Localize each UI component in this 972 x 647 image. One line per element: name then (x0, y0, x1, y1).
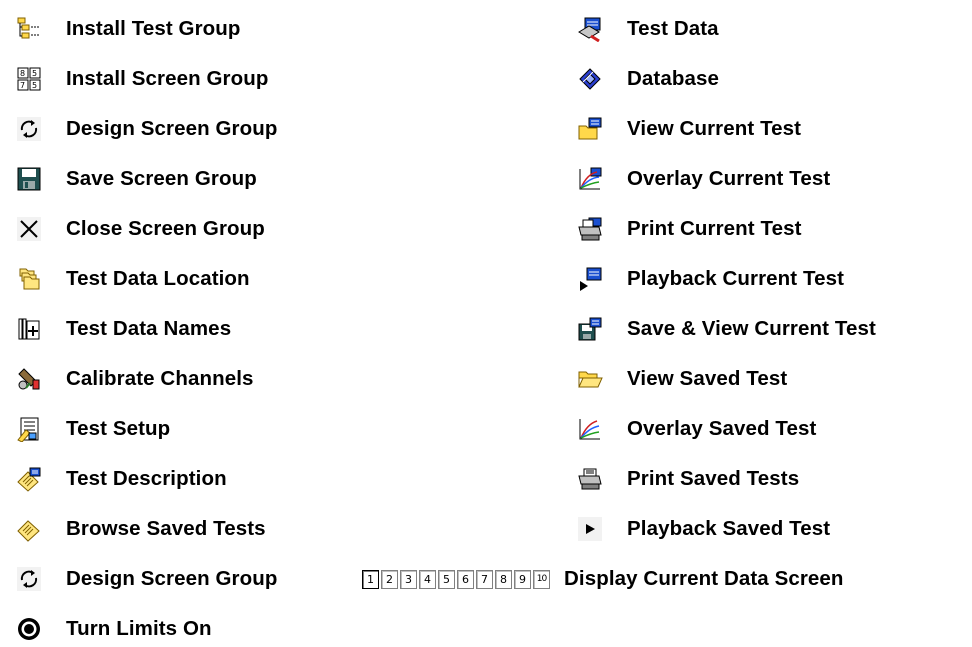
legend-item[interactable]: 8 5 7 5 Install Screen Group (16, 61, 269, 97)
legend-item[interactable]: Overlay Saved Test (577, 411, 816, 447)
legend-label: Save Screen Group (66, 167, 257, 190)
legend-item[interactable]: Save Screen Group (16, 161, 257, 197)
save-view-current-test-icon[interactable] (577, 316, 603, 342)
legend-label: Overlay Saved Test (627, 417, 817, 440)
svg-text:5: 5 (32, 69, 37, 78)
legend-item[interactable]: View Saved Test (577, 361, 787, 397)
test-setup-icon[interactable] (16, 416, 42, 442)
legend-item[interactable]: Install Test Group (16, 11, 241, 47)
legend-item[interactable]: Test Data Location (16, 261, 250, 297)
play-icon[interactable] (577, 516, 603, 542)
save-disk-icon[interactable] (16, 166, 42, 192)
legend-label: Turn Limits On (66, 617, 212, 640)
legend-item[interactable]: Test Description (16, 461, 227, 497)
svg-text:5: 5 (32, 81, 37, 90)
svg-text:8: 8 (20, 69, 25, 78)
legend-item[interactable]: Database (577, 61, 719, 97)
legend-label: Test Description (66, 467, 227, 490)
legend-label: Browse Saved Tests (66, 517, 266, 540)
screen-number-2[interactable]: 2 (381, 569, 398, 589)
data-names-icon[interactable] (16, 316, 42, 342)
screen-number-strip[interactable]: 1 2 3 4 5 6 7 8 9 10 (362, 568, 552, 590)
legend-item[interactable]: Save & View Current Test (577, 311, 876, 347)
limits-on-icon[interactable] (16, 616, 42, 642)
printer-icon[interactable] (577, 466, 603, 492)
legend-item[interactable]: Playback Saved Test (577, 511, 830, 547)
screen-number-5[interactable]: 5 (438, 569, 455, 589)
open-folder-icon[interactable] (577, 366, 603, 392)
legend-item[interactable]: Test Setup (16, 411, 170, 447)
legend-item[interactable]: Overlay Current Test (577, 161, 830, 197)
legend-label: View Current Test (627, 117, 802, 140)
legend-item[interactable]: Browse Saved Tests (16, 511, 266, 547)
legend-label: View Saved Test (627, 367, 788, 390)
test-description-icon[interactable] (16, 466, 42, 492)
screen-number-10[interactable]: 10 (533, 569, 550, 589)
screen-number-4[interactable]: 4 (419, 569, 436, 589)
legend-label: Test Data Location (66, 267, 250, 290)
legend-label: Playback Current Test (627, 267, 845, 290)
overlay-current-test-icon[interactable] (577, 166, 603, 192)
test-data-icon[interactable] (577, 16, 603, 42)
legend-item[interactable]: Calibrate Channels (16, 361, 254, 397)
overlay-saved-test-icon[interactable] (577, 416, 603, 442)
legend-label: Overlay Current Test (627, 167, 831, 190)
svg-text:7: 7 (20, 81, 25, 90)
design-screen-group-icon[interactable] (16, 566, 42, 592)
database-icon[interactable] (577, 66, 603, 92)
legend-item[interactable]: Design Screen Group (16, 561, 278, 597)
legend-item[interactable]: View Current Test (577, 111, 801, 147)
legend-label: Design Screen Group (66, 117, 278, 140)
legend-label: Test Setup (66, 417, 171, 440)
legend-label: Test Data Names (66, 317, 232, 340)
screen-number-9[interactable]: 9 (514, 569, 531, 589)
legend-label: Test Data (627, 17, 719, 40)
screen-number-6[interactable]: 6 (457, 569, 474, 589)
legend-item[interactable]: Test Data Names (16, 311, 231, 347)
playback-current-test-icon[interactable] (577, 266, 603, 292)
legend-label: Close Screen Group (66, 217, 265, 240)
print-current-test-icon[interactable] (577, 216, 603, 242)
legend-label: Print Current Test (627, 217, 802, 240)
legend-label: Design Screen Group (66, 567, 278, 590)
install-test-group-icon[interactable] (16, 16, 42, 42)
legend-item[interactable]: Playback Current Test (577, 261, 844, 297)
legend-label: Save & View Current Test (627, 317, 876, 340)
legend-item[interactable]: Test Data (577, 11, 719, 47)
screen-number-8[interactable]: 8 (495, 569, 512, 589)
design-screen-group-icon[interactable] (16, 116, 42, 142)
install-screen-group-icon[interactable]: 8 5 7 5 (16, 66, 42, 92)
legend-label: Display Current Data Screen (564, 567, 844, 590)
legend-label: Print Saved Tests (627, 467, 800, 490)
legend-label: Playback Saved Test (627, 517, 831, 540)
legend-label: Calibrate Channels (66, 367, 254, 390)
browse-saved-tests-icon[interactable] (16, 516, 42, 542)
screen-number-1[interactable]: 1 (362, 569, 379, 589)
legend-label: Database (627, 67, 719, 90)
legend-item[interactable]: Print Current Test (577, 211, 802, 247)
legend-label: Install Screen Group (66, 67, 269, 90)
close-x-icon[interactable] (16, 216, 42, 242)
legend-item[interactable]: Turn Limits On (16, 611, 212, 647)
folders-icon[interactable] (16, 266, 42, 292)
view-current-test-icon[interactable] (577, 116, 603, 142)
legend-item[interactable]: Print Saved Tests (577, 461, 799, 497)
screen-number-3[interactable]: 3 (400, 569, 417, 589)
legend-label: Install Test Group (66, 17, 241, 40)
legend-item[interactable]: Close Screen Group (16, 211, 265, 247)
screen-number-7[interactable]: 7 (476, 569, 493, 589)
legend-item[interactable]: Design Screen Group (16, 111, 278, 147)
display-current-data-screen-item[interactable]: 1 2 3 4 5 6 7 8 9 10 Display Current Dat… (362, 561, 844, 597)
calibrate-channels-icon[interactable] (16, 366, 42, 392)
